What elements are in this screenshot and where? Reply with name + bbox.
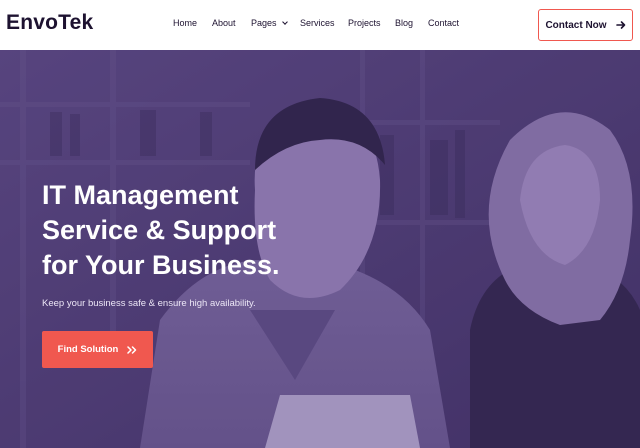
chevron-down-icon (281, 19, 288, 25)
nav-services[interactable]: Services (300, 18, 335, 28)
nav-pages-label: Pages (251, 18, 277, 28)
nav-contact[interactable]: Contact (428, 18, 459, 28)
nav-pages[interactable]: Pages (251, 18, 288, 28)
nav-home[interactable]: Home (173, 18, 197, 28)
find-solution-button[interactable]: Find Solution (42, 331, 153, 368)
nav-about[interactable]: About (212, 18, 236, 28)
nav-projects[interactable]: Projects (348, 18, 381, 28)
arrow-right-icon (615, 21, 625, 29)
hero-title-line-2: Service & Support (42, 215, 277, 245)
contact-now-label: Contact Now (545, 19, 607, 31)
double-chevron-right-icon (127, 345, 137, 354)
hero-subtitle: Keep your business safe & ensure high av… (42, 298, 256, 309)
hero-section: IT Management Service & Support for Your… (0, 50, 640, 448)
site-header: EnvoTek Home About Pages Services Projec… (0, 0, 640, 50)
nav-blog[interactable]: Blog (395, 18, 413, 28)
hero-title-line-1: IT Management (42, 180, 239, 210)
contact-now-button[interactable]: Contact Now (538, 9, 633, 41)
hero-title: IT Management Service & Support for Your… (42, 178, 342, 283)
hero-title-line-3: for Your Business. (42, 250, 280, 280)
find-solution-label: Find Solution (57, 344, 119, 355)
